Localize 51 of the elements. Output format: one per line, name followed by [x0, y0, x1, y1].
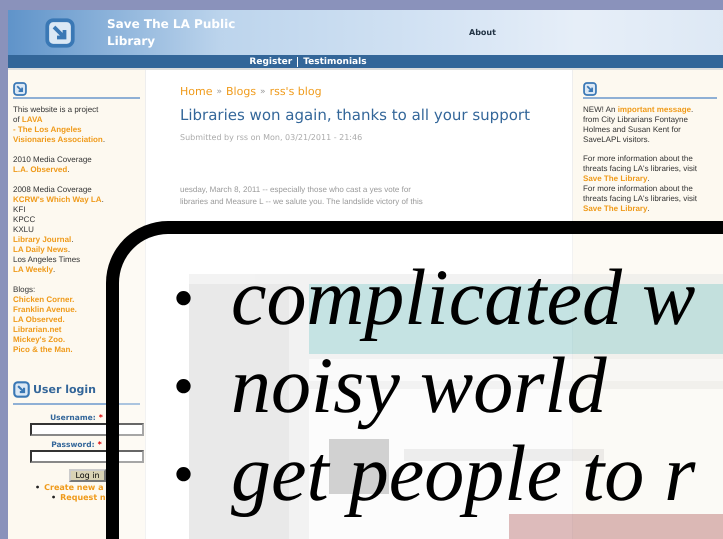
- username-field[interactable]: [30, 423, 144, 436]
- submitted-line: Submitted by rss on Mon, 03/21/2011 - 21:46: [180, 133, 364, 142]
- breadcrumb-link[interactable]: Blogs: [226, 85, 256, 98]
- link[interactable]: Request n: [60, 493, 106, 502]
- breadcrumb-separator: »: [216, 86, 222, 96]
- nav-link[interactable]: Testimonials: [303, 56, 367, 66]
- bullet-icon: •: [173, 342, 231, 430]
- bullet-icon: •: [35, 483, 40, 492]
- login-button[interactable]: Log in: [69, 469, 106, 482]
- post-title: Libraries won again, thanks to all your support: [180, 105, 531, 126]
- breadcrumb-separator: »: [260, 86, 266, 96]
- breadcrumb-link[interactable]: rss's blog: [270, 85, 322, 98]
- sidebar-text: 2010 Media Coverage L.A. Observed.: [13, 155, 93, 175]
- bullet-text: get people to r: [231, 430, 696, 518]
- sidebar-text: NEW! An important message. from City Librarians Fontayne Holmes and Susan Kent for SaveLAPL visitors.: [583, 105, 694, 145]
- link[interactable]: LAVA: [22, 115, 42, 124]
- required-mark: *: [98, 440, 102, 449]
- about-link[interactable]: About: [469, 28, 496, 37]
- password-field[interactable]: [30, 450, 144, 463]
- link[interactable]: Chicken Corner.: [13, 295, 74, 304]
- link[interactable]: Visionaries Association: [13, 135, 103, 144]
- bullet-text: complicated w: [231, 254, 696, 342]
- bullet-icon: •: [51, 493, 56, 502]
- link[interactable]: Pico & the Man.: [13, 345, 73, 354]
- link[interactable]: Librarian.net: [13, 325, 62, 334]
- link[interactable]: Library Journal: [13, 235, 72, 244]
- required-mark: *: [98, 413, 103, 422]
- bullet-icon: •: [173, 430, 231, 518]
- sidebar-text: 2008 Media Coverage KCRW's Which Way LA. KFI KPCC KXLU Library Journal. LA Daily News. Los Angeles Times LA Weekly.: [13, 185, 105, 275]
- sidebar-text: Blogs: Chicken Corner. Franklin Avenue. LA Observed. Librarian.net Mickey's Zoo. Pico & the Man.: [13, 285, 78, 355]
- link[interactable]: KCRW's Which Way LA: [13, 195, 102, 204]
- link[interactable]: - The Los Angeles: [13, 125, 82, 134]
- login-heading: User login: [33, 383, 96, 396]
- link[interactable]: Save The Library: [583, 174, 648, 183]
- bullet-text: noisy world: [231, 342, 607, 430]
- link[interactable]: Mickey's Zoo.: [13, 335, 66, 344]
- site-title: Save The LA Public Library: [107, 16, 236, 50]
- nav-link[interactable]: Register: [249, 56, 292, 66]
- post-text: uesday, March 8, 2011 -- especially those who cast a yes vote for libraries and Measure L -- we salute you. The landslide victory of this: [180, 184, 424, 208]
- link[interactable]: Franklin Avenue.: [13, 305, 77, 314]
- link[interactable]: L.A. Observed: [13, 165, 68, 174]
- link[interactable]: LA Daily News: [13, 245, 68, 254]
- sidebar-text: For more information about the threats facing LA's libraries, visit Save The Library. For more information about the threats facing LA's libraries, visit Save The Library.: [583, 154, 698, 214]
- link[interactable]: Save The Library: [583, 204, 648, 213]
- link[interactable]: LA Weekly: [13, 265, 54, 274]
- link[interactable]: Create new a: [44, 483, 104, 492]
- sidebar-text: This website is a project of LAVA - The Los Angeles Visionaries Association.: [13, 105, 106, 145]
- link[interactable]: important message: [618, 105, 692, 114]
- breadcrumb-link[interactable]: Home: [180, 85, 212, 98]
- link[interactable]: LA Observed.: [13, 315, 65, 324]
- bullet-icon: •: [173, 254, 231, 342]
